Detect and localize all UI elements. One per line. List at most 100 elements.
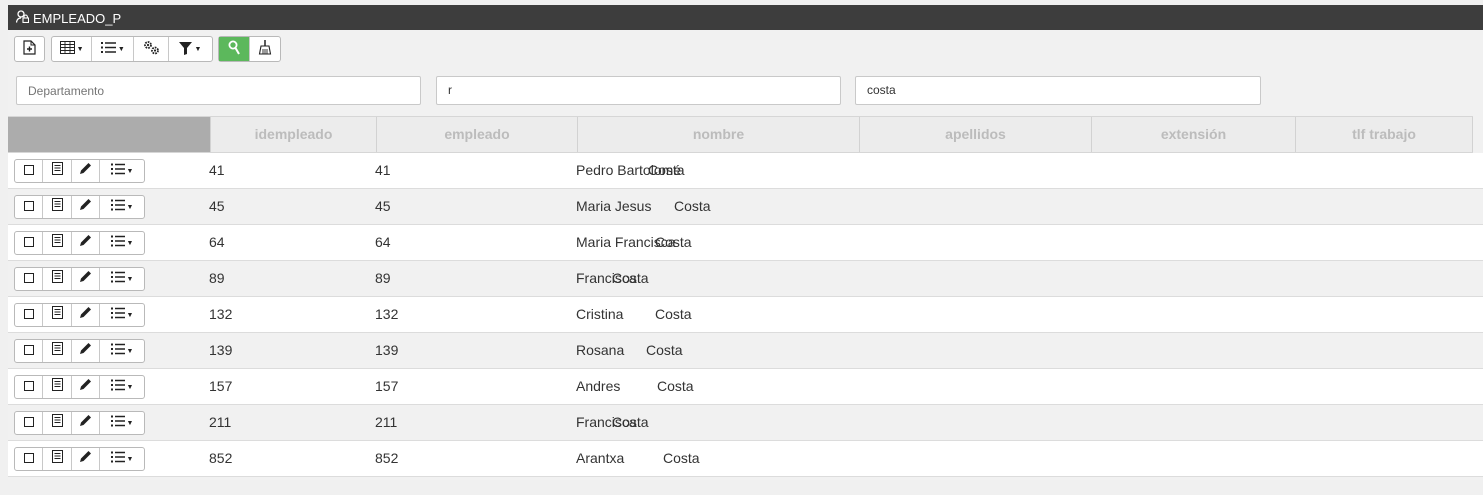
cell-idempleado: 852 (209, 450, 233, 466)
table-row[interactable]: ▼ 211 211 Francisca Costa (8, 405, 1483, 441)
checkbox-icon (23, 270, 34, 288)
row-actions: ▼ (14, 195, 145, 219)
chevron-down-icon: ▼ (126, 203, 134, 211)
grid-view-button[interactable]: ▼ (52, 37, 93, 61)
cell-idempleado: 139 (209, 342, 233, 358)
row-menu-button[interactable]: ▼ (100, 376, 144, 398)
column-header-extension[interactable]: extensión (1091, 117, 1295, 152)
row-select-checkbox[interactable] (15, 376, 43, 398)
row-select-checkbox[interactable] (15, 268, 43, 290)
row-detail-button[interactable] (43, 268, 72, 290)
checkbox-icon (23, 378, 34, 396)
row-menu-button[interactable]: ▼ (100, 268, 144, 290)
cell-idempleado: 41 (209, 162, 225, 178)
list-icon (100, 41, 116, 57)
cell-idempleado: 211 (209, 414, 232, 430)
row-select-checkbox[interactable] (15, 196, 43, 218)
departamento-filter-input[interactable] (16, 76, 421, 105)
chevron-down-icon: ▼ (126, 167, 134, 175)
table-row[interactable]: ▼ 64 64 Maria Francisca Costa (8, 225, 1483, 261)
column-header-empleado[interactable]: empleado (376, 117, 577, 152)
chevron-down-icon: ▼ (126, 455, 134, 463)
detail-icon (51, 162, 63, 180)
row-edit-button[interactable] (72, 268, 100, 290)
detail-icon (51, 342, 63, 360)
table-row[interactable]: ▼ 157 157 Andres Costa (8, 369, 1483, 405)
row-actions: ▼ (14, 267, 145, 291)
row-detail-button[interactable] (43, 232, 72, 254)
search-icon (228, 40, 240, 58)
row-edit-button[interactable] (72, 160, 100, 182)
column-header-apellidos[interactable]: apellidos (859, 117, 1091, 152)
row-select-checkbox[interactable] (15, 448, 43, 470)
column-header-tlf-trabajo[interactable]: tlf trabajo (1295, 117, 1473, 152)
broom-icon (258, 40, 272, 58)
row-menu-button[interactable]: ▼ (100, 412, 144, 434)
search-button[interactable] (219, 37, 250, 61)
row-edit-button[interactable] (72, 448, 100, 470)
row-edit-button[interactable] (72, 304, 100, 326)
row-actions: ▼ (14, 303, 145, 327)
table-row[interactable]: ▼ 89 89 Francisca Costa (8, 261, 1483, 297)
funnel-icon (179, 41, 193, 58)
list-menu-button[interactable]: ▼ (92, 37, 135, 61)
row-menu-button[interactable]: ▼ (100, 340, 144, 362)
chevron-down-icon: ▼ (194, 45, 202, 53)
cell-empleado: 45 (375, 198, 391, 214)
row-detail-button[interactable] (43, 160, 72, 182)
list-icon (110, 378, 125, 396)
column-header-nombre[interactable]: nombre (577, 117, 859, 152)
row-detail-button[interactable] (43, 304, 72, 326)
row-select-checkbox[interactable] (15, 412, 43, 434)
filter-button[interactable]: ▼ (169, 37, 212, 61)
row-detail-button[interactable] (43, 340, 72, 362)
row-select-checkbox[interactable] (15, 160, 43, 182)
row-select-checkbox[interactable] (15, 232, 43, 254)
settings-button[interactable] (134, 37, 169, 61)
column-header-idempleado[interactable]: idempleado (210, 117, 376, 152)
row-menu-button[interactable]: ▼ (100, 448, 144, 470)
table-row[interactable]: ▼ 139 139 Rosana Costa (8, 333, 1483, 369)
row-detail-button[interactable] (43, 448, 72, 470)
new-record-button[interactable] (15, 37, 44, 61)
detail-icon (51, 234, 63, 252)
row-edit-button[interactable] (72, 232, 100, 254)
list-icon (110, 414, 125, 432)
checkbox-icon (23, 450, 34, 468)
row-detail-button[interactable] (43, 412, 72, 434)
pencil-icon (79, 234, 92, 252)
row-menu-button[interactable]: ▼ (100, 160, 144, 182)
chevron-down-icon: ▼ (126, 275, 134, 283)
clear-button[interactable] (250, 37, 280, 61)
row-menu-button[interactable]: ▼ (100, 196, 144, 218)
toolbar-search-group (218, 36, 281, 62)
row-edit-button[interactable] (72, 340, 100, 362)
table-row[interactable]: ▼ 852 852 Arantxa Costa (8, 441, 1483, 477)
detail-icon (51, 450, 63, 468)
row-menu-button[interactable]: ▼ (100, 232, 144, 254)
checkbox-icon (23, 306, 34, 324)
apellidos-filter-input[interactable]: costa (855, 76, 1261, 105)
row-edit-button[interactable] (72, 376, 100, 398)
toolbar-new-group (14, 36, 45, 62)
row-detail-button[interactable] (43, 196, 72, 218)
row-menu-button[interactable]: ▼ (100, 304, 144, 326)
grid-icon (59, 41, 75, 57)
chevron-down-icon: ▼ (126, 239, 134, 247)
checkbox-icon (23, 342, 34, 360)
nombre-filter-input[interactable]: r (436, 76, 841, 105)
cell-empleado: 139 (375, 342, 399, 358)
cell-nombre: Andres (576, 378, 621, 394)
chevron-down-icon: ▼ (126, 347, 134, 355)
row-select-checkbox[interactable] (15, 304, 43, 326)
table-row[interactable]: ▼ 132 132 Cristina Costa (8, 297, 1483, 333)
row-edit-button[interactable] (72, 196, 100, 218)
table-row[interactable]: ▼ 45 45 Maria Jesus Costa (8, 189, 1483, 225)
checkbox-icon (23, 162, 34, 180)
row-edit-button[interactable] (72, 412, 100, 434)
row-select-checkbox[interactable] (15, 340, 43, 362)
pencil-icon (79, 378, 92, 396)
cell-empleado: 211 (375, 414, 398, 430)
row-detail-button[interactable] (43, 376, 72, 398)
table-row[interactable]: ▼ 41 41 Pedro Bartolomé Costa (8, 153, 1483, 189)
